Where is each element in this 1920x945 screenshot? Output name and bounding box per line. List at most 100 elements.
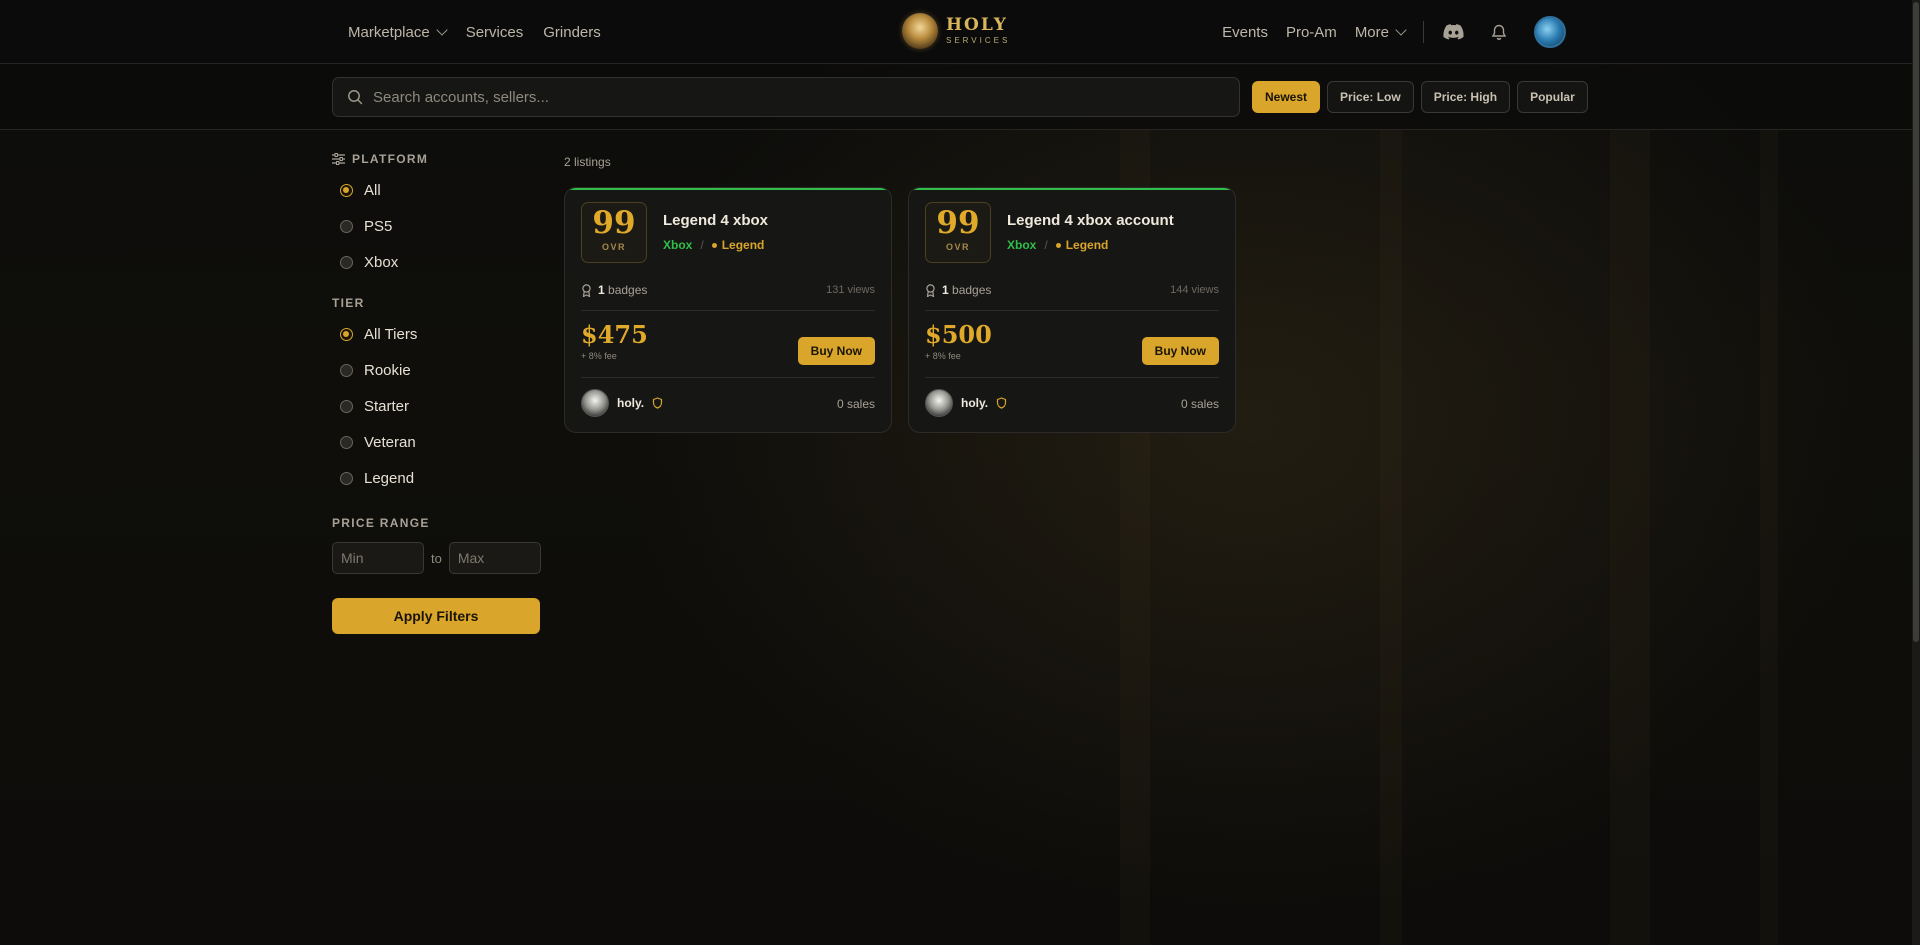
- page-scrollbar[interactable]: [1912, 0, 1920, 945]
- price-min-input[interactable]: [332, 542, 424, 574]
- nav-events-label: Events: [1222, 23, 1268, 41]
- radio-unselected[interactable]: [340, 363, 353, 377]
- tier-option-starter[interactable]: Starter: [332, 388, 540, 424]
- ovr-value: 99: [592, 205, 636, 241]
- platform-option-all[interactable]: All: [332, 172, 540, 208]
- nav-services-label: Services: [465, 23, 524, 41]
- search-icon: [348, 90, 363, 105]
- views-count: 144 views: [1170, 284, 1219, 296]
- radio-selected[interactable]: [340, 327, 353, 341]
- tag-separator: /: [1044, 238, 1048, 252]
- ovr-badge: 99 OVR: [581, 202, 647, 263]
- top-navigation: Marketplace Services Grinders HOLY SERVI…: [0, 0, 1912, 64]
- badges-info: 1 badges: [925, 283, 991, 297]
- ovr-value: 99: [936, 205, 980, 241]
- sort-price-high-button[interactable]: Price: High: [1420, 81, 1511, 113]
- nav-marketplace-label: Marketplace: [348, 23, 430, 41]
- nav-divider: [1423, 21, 1424, 43]
- listing-card[interactable]: 99 OVR Legend 4 xbox Xbox / Legend 1 bad…: [564, 187, 892, 433]
- card-divider: [925, 310, 1219, 311]
- ovr-badge: 99 OVR: [925, 202, 991, 263]
- sort-newest-button[interactable]: Newest: [1252, 81, 1321, 113]
- listing-title[interactable]: Legend 4 xbox: [663, 212, 768, 229]
- badges-info: 1 badges: [581, 283, 647, 297]
- radio-label: All: [364, 181, 381, 199]
- sort-options: Newest Price: Low Price: High Popular: [1252, 81, 1588, 113]
- radio-selected[interactable]: [340, 183, 353, 197]
- badges-label: badges: [952, 283, 992, 297]
- card-divider: [925, 377, 1219, 378]
- nav-grinders[interactable]: Grinders: [543, 24, 601, 41]
- badges-label: badges: [608, 283, 648, 297]
- nav-left: Marketplace Services Grinders: [348, 0, 621, 64]
- discord-button[interactable]: [1442, 21, 1464, 43]
- nav-marketplace[interactable]: Marketplace: [348, 23, 448, 41]
- user-avatar[interactable]: [1534, 16, 1566, 48]
- brand-logo-link[interactable]: HOLY SERVICES: [902, 13, 1010, 49]
- buy-now-button[interactable]: Buy Now: [1141, 337, 1219, 365]
- platform-option-xbox[interactable]: Xbox: [332, 244, 540, 280]
- tier-title-text: TIER: [332, 296, 365, 310]
- price-range-title: PRICE RANGE: [332, 516, 540, 530]
- platform-title-text: PLATFORM: [352, 152, 429, 166]
- radio-unselected[interactable]: [340, 435, 353, 449]
- radio-unselected[interactable]: [340, 399, 353, 413]
- radio-label: All Tiers: [364, 325, 418, 343]
- views-count: 131 views: [826, 284, 875, 296]
- tier-option-rookie[interactable]: Rookie: [332, 352, 540, 388]
- listing-tags: Xbox / Legend: [1007, 238, 1108, 252]
- nav-services[interactable]: Services: [466, 24, 524, 41]
- apply-filters-button[interactable]: Apply Filters: [332, 598, 540, 634]
- seller-name: holy.: [617, 396, 645, 410]
- award-icon: [926, 283, 935, 297]
- listing-tags: Xbox / Legend: [663, 238, 764, 252]
- shield-icon: [653, 397, 663, 409]
- buy-now-button[interactable]: Buy Now: [797, 337, 875, 365]
- brand-title: HOLY: [946, 15, 1008, 35]
- platform-tag: Xbox: [663, 238, 693, 252]
- tier-option-veteran[interactable]: Veteran: [332, 424, 540, 460]
- radio-unselected[interactable]: [340, 219, 353, 233]
- scrollbar-thumb[interactable]: [1913, 2, 1919, 642]
- radio-label: Veteran: [364, 433, 416, 451]
- platform-option-ps5[interactable]: PS5: [332, 208, 540, 244]
- listing-title[interactable]: Legend 4 xbox account: [1007, 212, 1174, 229]
- platform-section-title: PLATFORM: [332, 152, 540, 166]
- radio-label: Xbox: [364, 253, 399, 271]
- badges-count: 1: [942, 283, 949, 297]
- price-range-title-text: PRICE RANGE: [332, 516, 430, 530]
- nav-right: Events Pro-Am More: [1204, 0, 1566, 64]
- bell-icon: [1491, 24, 1507, 40]
- seller-info[interactable]: holy.: [925, 389, 1007, 417]
- sales-count: 0 sales: [1180, 397, 1219, 411]
- seller-avatar: [581, 389, 609, 417]
- seller-info[interactable]: holy.: [581, 389, 663, 417]
- nav-pro-am[interactable]: Pro-Am: [1286, 24, 1337, 41]
- nav-grinders-label: Grinders: [543, 23, 601, 41]
- search-input[interactable]: [373, 88, 1213, 106]
- badges-count: 1: [598, 283, 605, 297]
- price-to-label: to: [431, 550, 442, 566]
- chevron-down-icon: [1395, 24, 1407, 36]
- nav-events[interactable]: Events: [1222, 24, 1268, 41]
- award-icon: [582, 283, 591, 297]
- listings-count: 2 listings: [564, 155, 611, 169]
- tier-option-legend[interactable]: Legend: [332, 460, 540, 496]
- card-divider: [581, 377, 875, 378]
- discord-icon: [1442, 24, 1464, 40]
- price-max-input[interactable]: [448, 542, 541, 574]
- sort-price-low-button[interactable]: Price: Low: [1327, 81, 1414, 113]
- tier-option-all[interactable]: All Tiers: [332, 316, 540, 352]
- filters-sidebar: PLATFORM All PS5 Xbox TIER All Tiers Roo…: [332, 152, 541, 634]
- seller-name: holy.: [961, 396, 989, 410]
- notifications-button[interactable]: [1488, 21, 1510, 43]
- nav-more[interactable]: More: [1355, 24, 1407, 41]
- radio-label: PS5: [364, 217, 393, 235]
- tier-dot-icon: [1055, 242, 1061, 248]
- radio-unselected[interactable]: [340, 471, 353, 485]
- shield-icon: [997, 397, 1007, 409]
- price-range-inputs: to: [332, 542, 541, 574]
- sort-popular-button[interactable]: Popular: [1517, 81, 1588, 113]
- listing-card[interactable]: 99 OVR Legend 4 xbox account Xbox / Lege…: [908, 187, 1236, 433]
- radio-unselected[interactable]: [340, 255, 353, 269]
